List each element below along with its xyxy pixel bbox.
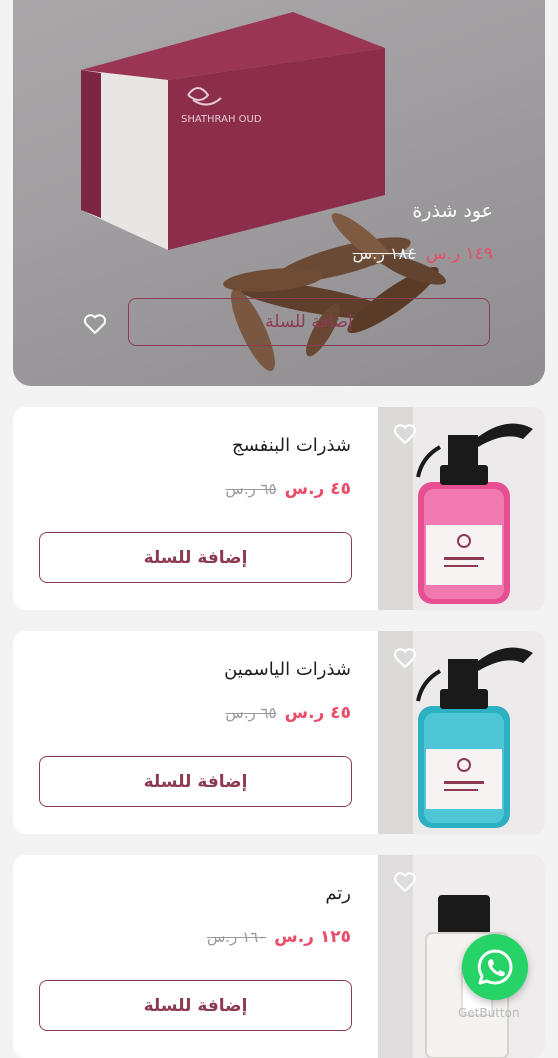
add-to-cart-button[interactable]: إضافة للسلة xyxy=(39,532,352,583)
product-card[interactable]: شذرات البنفسج ٤٥ ر.س ٦٥ ر.س إضافة للسلة xyxy=(13,407,545,610)
product-price: ١٢٥ ر.س xyxy=(274,927,351,947)
featured-product-card[interactable]: SHATHRAH OUD عود شذرة ١٤٩ ر.س ١٨٤ ر.س إض… xyxy=(13,0,545,386)
product-info: شذرات الياسمين ٤٥ ر.س ٦٥ ر.س إضافة للسلة xyxy=(13,631,378,834)
heart-outline-icon[interactable] xyxy=(393,423,417,445)
heart-outline-icon[interactable] xyxy=(393,871,417,893)
product-name[interactable]: شذرات البنفسج xyxy=(232,435,351,456)
product-price: ٤٥ ر.س xyxy=(284,479,351,499)
product-old-price: ٦٥ ر.س xyxy=(225,480,277,498)
getbutton-watermark: GetButton xyxy=(458,1006,520,1020)
product-prices: ٤٥ ر.س ٦٥ ر.س xyxy=(225,703,351,723)
heart-outline-icon[interactable] xyxy=(393,647,417,669)
product-info: شذرات البنفسج ٤٥ ر.س ٦٥ ر.س إضافة للسلة xyxy=(13,407,378,610)
product-prices: ٤٥ ر.س ٦٥ ر.س xyxy=(225,479,351,499)
product-prices: ١٢٥ ر.س ١٦٠ ر.س xyxy=(207,927,351,947)
svg-text:SHATHRAH OUD: SHATHRAH OUD xyxy=(181,114,262,125)
add-to-cart-button[interactable]: إضافة للسلة xyxy=(39,756,352,807)
featured-product-name[interactable]: عود شذرة xyxy=(412,200,493,222)
product-name[interactable]: شذرات الياسمين xyxy=(224,659,351,680)
product-price: ٤٥ ر.س xyxy=(284,703,351,723)
add-to-cart-button[interactable]: إضافة للسلة xyxy=(39,980,352,1031)
featured-old-price: ١٨٤ ر.س xyxy=(352,244,416,263)
product-old-price: ٦٥ ر.س xyxy=(225,704,277,722)
featured-product-prices: ١٤٩ ر.س ١٨٤ ر.س xyxy=(353,244,493,264)
product-card[interactable]: شذرات الياسمين ٤٥ ر.س ٦٥ ر.س إضافة للسلة xyxy=(13,631,545,834)
featured-add-to-cart-button[interactable]: إضافة للسلة xyxy=(128,298,490,346)
product-info: رتم ١٢٥ ر.س ١٦٠ ر.س إضافة للسلة xyxy=(13,855,378,1058)
whatsapp-icon xyxy=(477,949,513,985)
featured-price: ١٤٩ ر.س xyxy=(425,244,493,264)
whatsapp-chat-button[interactable] xyxy=(462,934,528,1000)
product-name[interactable]: رتم xyxy=(325,883,351,904)
product-old-price: ١٦٠ ر.س xyxy=(206,928,267,946)
heart-outline-icon[interactable] xyxy=(83,313,107,335)
